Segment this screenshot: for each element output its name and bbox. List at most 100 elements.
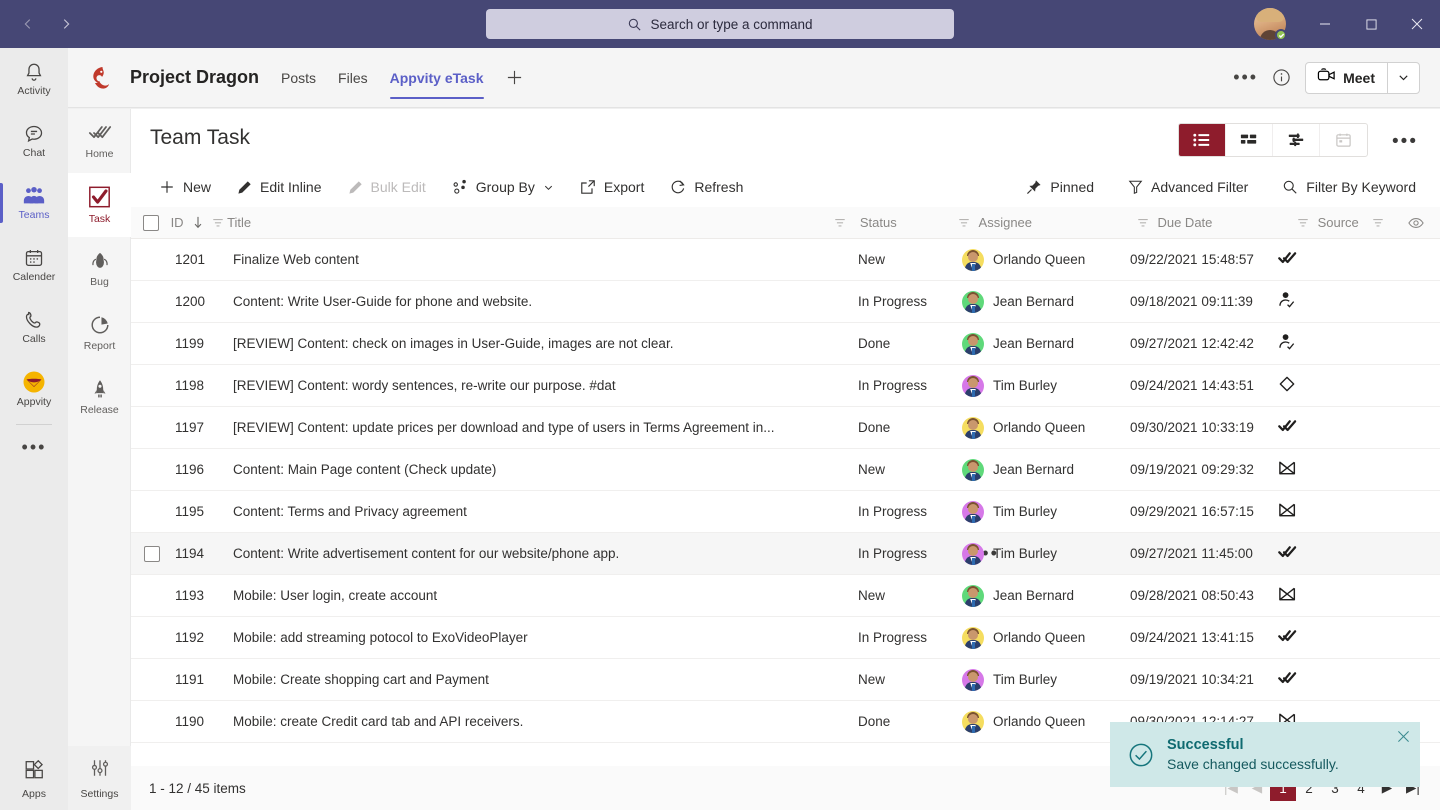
- rail-item-calender[interactable]: Calender: [0, 234, 68, 296]
- table-row[interactable]: 1201Finalize Web contentNewOrlando Queen…: [131, 239, 1440, 281]
- toast-title: Successful: [1167, 737, 1339, 753]
- sidebar-item-release[interactable]: Release: [68, 365, 131, 429]
- sidebar-item-home[interactable]: Home: [68, 109, 131, 173]
- pencil-icon: [348, 180, 363, 195]
- cell-status: New: [858, 449, 962, 491]
- filter-icon[interactable]: [1137, 217, 1149, 229]
- close-button[interactable]: [1394, 0, 1440, 48]
- new-button[interactable]: New: [149, 171, 221, 203]
- info-icon[interactable]: [1272, 68, 1291, 87]
- forward-button[interactable]: [50, 8, 82, 40]
- pinned-button[interactable]: Pinned: [1016, 171, 1104, 203]
- rail-more-button[interactable]: •••: [0, 425, 68, 469]
- table-row[interactable]: 1194Content: Write advertisement content…: [131, 533, 1440, 575]
- task-check-icon: [87, 185, 112, 209]
- rail-item-appvity[interactable]: Appvity: [0, 358, 68, 420]
- table-row[interactable]: 1198[REVIEW] Content: wordy sentences, r…: [131, 365, 1440, 407]
- column-header-status[interactable]: Status: [860, 207, 958, 239]
- cell-title: Finalize Web content: [233, 239, 858, 281]
- tab-posts[interactable]: Posts: [281, 48, 316, 107]
- group-by-button[interactable]: Group By: [442, 171, 564, 203]
- column-header-source[interactable]: Source: [1318, 207, 1373, 239]
- back-button[interactable]: [12, 8, 44, 40]
- table-row[interactable]: 1196Content: Main Page content (Check up…: [131, 449, 1440, 491]
- cell-id: 1190: [131, 701, 233, 743]
- refresh-button[interactable]: Refresh: [660, 171, 753, 203]
- filter-icon[interactable]: [834, 217, 846, 229]
- rail-item-teams[interactable]: Teams: [0, 172, 68, 234]
- maximize-button[interactable]: [1348, 0, 1394, 48]
- toast-text: Successful Save changed successfully.: [1167, 737, 1339, 772]
- filter-icon[interactable]: [1372, 217, 1384, 229]
- column-header-title[interactable]: Title: [227, 207, 816, 239]
- meet-button[interactable]: Meet: [1306, 63, 1387, 93]
- etask-side-nav: Home Task Bug Report Release Settings: [68, 109, 131, 810]
- sidebar-item-report[interactable]: Report: [68, 301, 131, 365]
- due-date-filter[interactable]: [1297, 207, 1318, 239]
- tab-appvity-etask[interactable]: Appvity eTask: [390, 48, 484, 107]
- status-filter[interactable]: [958, 207, 979, 239]
- group-by-icon: [452, 179, 468, 195]
- column-header-id[interactable]: ID: [171, 207, 228, 239]
- sidebar-item-task[interactable]: Task: [68, 173, 131, 237]
- bulk-edit-button[interactable]: Bulk Edit: [338, 171, 436, 203]
- tab-files[interactable]: Files: [338, 48, 368, 107]
- table-row[interactable]: 1200Content: Write User-Guide for phone …: [131, 281, 1440, 323]
- filter-icon[interactable]: [212, 217, 224, 229]
- edit-inline-button[interactable]: Edit Inline: [227, 171, 331, 203]
- minimize-button[interactable]: [1302, 0, 1348, 48]
- add-tab-button[interactable]: [506, 69, 523, 86]
- view-calendar-button[interactable]: [1320, 124, 1367, 156]
- rail-item-apps[interactable]: Apps: [0, 748, 68, 810]
- view-gantt-button[interactable]: [1273, 124, 1320, 156]
- column-visibility-button[interactable]: [1393, 207, 1440, 239]
- table-row[interactable]: 1193Mobile: User login, create accountNe…: [131, 575, 1440, 617]
- table-row[interactable]: 1199[REVIEW] Content: check on images in…: [131, 323, 1440, 365]
- table-row[interactable]: 1191Mobile: Create shopping cart and Pay…: [131, 659, 1440, 701]
- view-board-button[interactable]: [1226, 124, 1273, 156]
- close-icon[interactable]: [1397, 730, 1410, 747]
- export-button[interactable]: Export: [570, 171, 654, 203]
- toolbar-label: New: [183, 179, 211, 195]
- table-row[interactable]: 1195Content: Terms and Privacy agreement…: [131, 491, 1440, 533]
- cell-status: In Progress: [858, 491, 962, 533]
- column-header-due-date[interactable]: Due Date: [1157, 207, 1296, 239]
- row-checkbox[interactable]: [131, 546, 173, 562]
- cell-title: Mobile: User login, create account: [233, 575, 858, 617]
- search-input[interactable]: Search or type a command: [486, 9, 954, 39]
- title-filter[interactable]: [816, 207, 860, 239]
- header-more-button[interactable]: •••: [1233, 67, 1258, 88]
- advanced-filter-button[interactable]: Advanced Filter: [1118, 171, 1258, 203]
- view-list-button[interactable]: [1179, 124, 1226, 156]
- avatar: [962, 543, 984, 565]
- select-all-checkbox[interactable]: [131, 207, 171, 239]
- column-label: Title: [227, 215, 251, 230]
- chat-icon: [23, 123, 45, 145]
- assignee-filter[interactable]: [1137, 207, 1158, 239]
- rail-item-activity[interactable]: Activity: [0, 48, 68, 110]
- rail-label: Apps: [22, 788, 46, 800]
- avatar: [962, 585, 984, 607]
- avatar[interactable]: [1254, 8, 1286, 40]
- sidebar-item-bug[interactable]: Bug: [68, 237, 131, 301]
- meet-dropdown-button[interactable]: [1387, 63, 1419, 93]
- cell-source: [1278, 533, 1370, 575]
- column-header-assignee[interactable]: Assignee: [979, 207, 1137, 239]
- side-nav-bottom: Settings: [68, 746, 131, 810]
- table-row[interactable]: 1192Mobile: add streaming potocol to Exo…: [131, 617, 1440, 659]
- sort-desc-icon[interactable]: [192, 216, 204, 229]
- content-more-button[interactable]: •••: [1392, 131, 1418, 153]
- rail-item-chat[interactable]: Chat: [0, 110, 68, 172]
- sidebar-item-settings[interactable]: Settings: [68, 746, 131, 810]
- toolbar-label: Edit Inline: [260, 179, 321, 195]
- table-row[interactable]: 1197[REVIEW] Content: update prices per …: [131, 407, 1440, 449]
- diamond-icon: [1278, 375, 1296, 396]
- rail-item-calls[interactable]: Calls: [0, 296, 68, 358]
- cell-due-date: 09/19/2021 10:34:21: [1130, 659, 1278, 701]
- source-filter[interactable]: [1372, 207, 1393, 239]
- filter-by-keyword-button[interactable]: Filter By Keyword: [1272, 171, 1426, 203]
- filter-icon[interactable]: [958, 217, 970, 229]
- funnel-icon: [1128, 179, 1143, 195]
- filter-icon[interactable]: [1297, 217, 1309, 229]
- sidebar-label: Settings: [81, 788, 119, 800]
